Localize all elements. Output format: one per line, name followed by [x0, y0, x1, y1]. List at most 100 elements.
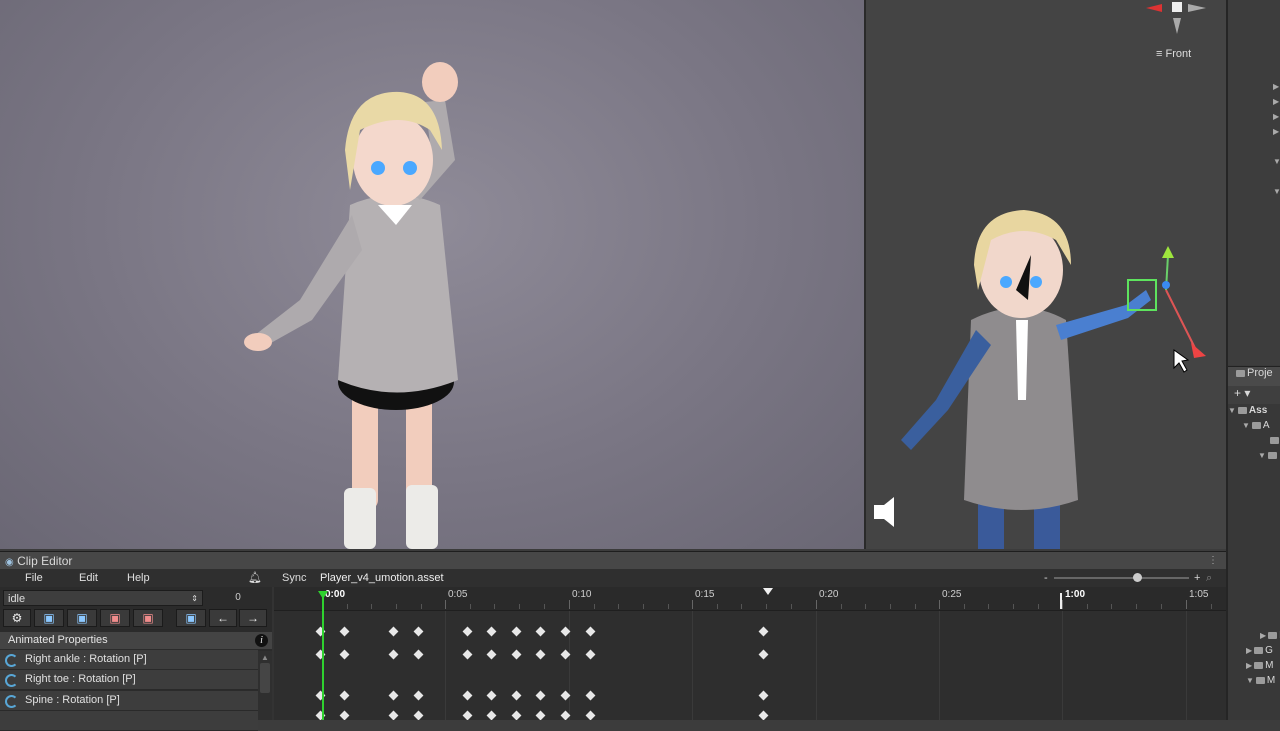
- keyframe[interactable]: [511, 626, 522, 637]
- scene-view[interactable]: ≡ Front: [866, 0, 1226, 549]
- keyframe[interactable]: [388, 690, 399, 701]
- tick-label: 1:05: [1189, 589, 1209, 600]
- keyframe[interactable]: [535, 626, 546, 637]
- property-row-right-toe[interactable]: Right toe : Rotation [P]: [0, 670, 258, 690]
- tree-item[interactable]: ▼ A: [1242, 419, 1270, 433]
- grid-line: [939, 611, 940, 720]
- keyframe[interactable]: [462, 649, 473, 660]
- keyframe[interactable]: [413, 690, 424, 701]
- animated-properties-header[interactable]: Animated Properties i: [0, 632, 272, 649]
- prev-key-button[interactable]: ←: [209, 609, 237, 627]
- keyframe[interactable]: [462, 710, 473, 720]
- minor-tick: [791, 604, 792, 609]
- time-ruler[interactable]: 0:00 0:05 0:10 0:15 0:20 0:25 1:00 1:05: [274, 587, 1226, 611]
- playhead-handle[interactable]: [318, 591, 328, 599]
- frame-field[interactable]: 0: [210, 590, 266, 606]
- keyframe-button[interactable]: ▣: [176, 609, 206, 627]
- keyframe[interactable]: [758, 626, 769, 637]
- menu-edit[interactable]: Edit: [79, 569, 98, 587]
- keyframe[interactable]: [339, 649, 350, 660]
- zoom-slider[interactable]: - + ⌕: [1044, 572, 1212, 584]
- keyframe[interactable]: [486, 710, 497, 720]
- delete-key-selected-button[interactable]: ▣: [133, 609, 163, 627]
- expand-arrow-icon: ▶: [1246, 661, 1253, 670]
- search-icon[interactable]: ⌕: [1206, 572, 1212, 584]
- scene-view-label[interactable]: ≡ Front: [1156, 48, 1191, 60]
- clip-editor-tab[interactable]: ◉ Clip Editor ⋮: [0, 551, 1226, 570]
- keyframe[interactable]: [585, 649, 596, 660]
- tree-item-assets[interactable]: ▼ Ass: [1228, 404, 1267, 418]
- add-key-selected-button[interactable]: ▣: [67, 609, 97, 627]
- expand-arrow-icon[interactable]: ▶: [1273, 127, 1279, 136]
- keyframe[interactable]: [511, 649, 522, 660]
- keyframe[interactable]: [486, 626, 497, 637]
- keyframe[interactable]: [388, 710, 399, 720]
- keyframe[interactable]: [413, 626, 424, 637]
- clip-select-dropdown[interactable]: idle ⇕: [3, 590, 203, 606]
- keyframe[interactable]: [585, 710, 596, 720]
- zoom-handle[interactable]: [1133, 573, 1142, 582]
- keyframe[interactable]: [462, 626, 473, 637]
- scroll-up-icon[interactable]: ▲: [261, 653, 269, 662]
- property-row-right-ankle[interactable]: Right ankle : Rotation [P]: [0, 650, 258, 670]
- keyframe[interactable]: [388, 626, 399, 637]
- minor-tick: [1087, 604, 1088, 609]
- project-tab[interactable]: Proje: [1228, 366, 1280, 387]
- folder-icon: [1270, 436, 1279, 444]
- bell-icon[interactable]: 🔔︎: [248, 569, 262, 587]
- next-key-button[interactable]: →: [239, 609, 267, 627]
- project-tree[interactable]: ▼Ass ▼A ▼ ▶E ▶G ▶M ▼M: [1228, 404, 1280, 720]
- keyframe[interactable]: [339, 690, 350, 701]
- tree-item[interactable]: [1268, 434, 1280, 448]
- keyframe[interactable]: [486, 649, 497, 660]
- tree-item[interactable]: ▼: [1258, 449, 1279, 463]
- keyframe[interactable]: [413, 710, 424, 720]
- keyframe[interactable]: [339, 626, 350, 637]
- clip-end-marker[interactable]: [763, 588, 773, 595]
- keyframe[interactable]: [511, 710, 522, 720]
- keyframe[interactable]: [486, 690, 497, 701]
- hierarchy-panel[interactable]: ▶ ▶ ▶ ▶ ▼ ▼: [1228, 0, 1280, 365]
- clip-editor-menu-bar: File Edit Help 🔔︎: [0, 569, 1226, 587]
- panel-menu-icon[interactable]: ⋮: [1208, 552, 1218, 570]
- keyframe[interactable]: [413, 649, 424, 660]
- keyframe[interactable]: [585, 690, 596, 701]
- menu-help[interactable]: Help: [127, 569, 150, 587]
- delete-key-button[interactable]: ▣: [100, 609, 130, 627]
- scrollbar-thumb[interactable]: [260, 663, 270, 693]
- collapse-arrow-icon[interactable]: ▼: [1273, 157, 1280, 166]
- properties-scrollbar[interactable]: ▲: [258, 651, 272, 720]
- tree-item[interactable]: ▼ M: [1246, 674, 1275, 688]
- expand-arrow-icon[interactable]: ▶: [1273, 82, 1279, 91]
- keyframe[interactable]: [758, 649, 769, 660]
- keyframe[interactable]: [339, 710, 350, 720]
- expand-arrow-icon[interactable]: ▶: [1273, 112, 1279, 121]
- keyframe[interactable]: [585, 626, 596, 637]
- zoom-out-icon[interactable]: -: [1044, 572, 1048, 584]
- minor-tick: [915, 604, 916, 609]
- property-row[interactable]: [0, 711, 258, 731]
- collapse-arrow-icon[interactable]: ▼: [1273, 187, 1280, 196]
- project-add-button[interactable]: + ▾: [1228, 386, 1280, 404]
- tree-item[interactable]: ▶ M: [1246, 659, 1274, 673]
- property-row-spine[interactable]: Spine : Rotation [P]: [0, 691, 258, 711]
- add-key-button[interactable]: ▣: [34, 609, 64, 627]
- menu-file[interactable]: File: [25, 569, 43, 587]
- keyframe[interactable]: [758, 690, 769, 701]
- keyframe[interactable]: [511, 690, 522, 701]
- expand-arrow-icon[interactable]: ▶: [1273, 97, 1279, 106]
- info-icon[interactable]: i: [255, 634, 268, 647]
- tree-item[interactable]: ▶E: [1260, 629, 1280, 643]
- sync-button[interactable]: Sync: [282, 569, 306, 587]
- keyframe[interactable]: [535, 690, 546, 701]
- keyframe[interactable]: [462, 690, 473, 701]
- timeline[interactable]: 0:00 0:05 0:10 0:15 0:20 0:25 1:00 1:05: [274, 587, 1226, 720]
- keyframe[interactable]: [535, 710, 546, 720]
- tree-item[interactable]: ▶ G: [1246, 644, 1273, 658]
- keyframe[interactable]: [388, 649, 399, 660]
- playhead[interactable]: [322, 592, 324, 720]
- keyframe[interactable]: [758, 710, 769, 720]
- zoom-in-icon[interactable]: +: [1194, 572, 1200, 584]
- settings-button[interactable]: ⚙: [3, 609, 31, 627]
- keyframe[interactable]: [535, 649, 546, 660]
